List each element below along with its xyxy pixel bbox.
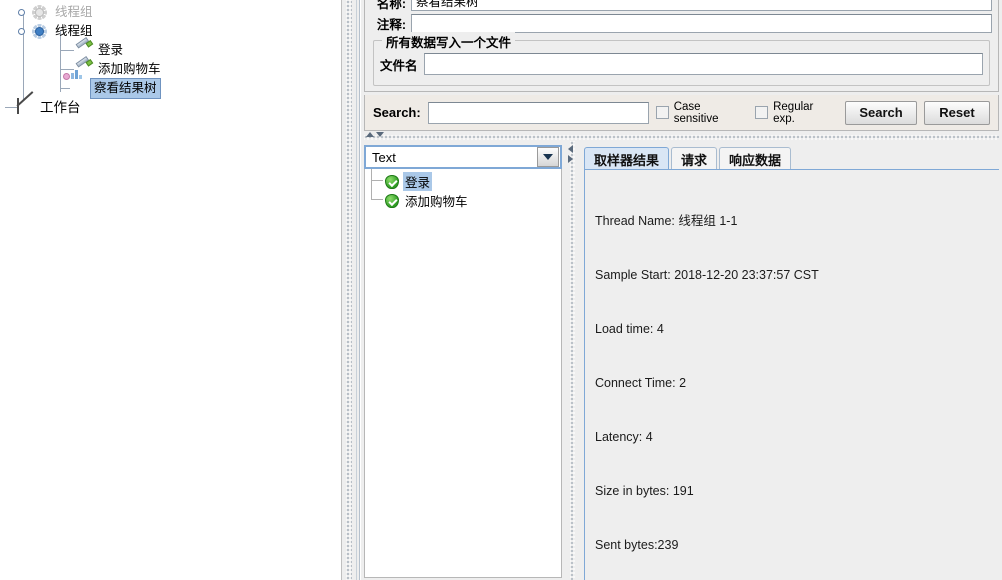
split-collapse-arrows[interactable] — [366, 132, 384, 137]
tree-item-label: 线程组 — [55, 24, 93, 38]
result-detail-pane: 取样器结果 请求 响应数据 Thread Name: 线程组 1-1 Sampl… — [580, 141, 999, 580]
chevron-left-icon[interactable] — [568, 145, 573, 153]
chevron-up-icon[interactable] — [366, 132, 374, 137]
tree-item-label: 线程组 — [55, 5, 93, 19]
result-item-label: 登录 — [403, 172, 433, 191]
split-grip-dots — [364, 135, 999, 140]
search-label: Search: — [373, 105, 421, 120]
name-label: 名称: — [376, 0, 406, 11]
result-line: Size in bytes: 191 — [595, 484, 694, 498]
reset-button[interactable]: Reset — [924, 100, 991, 125]
search-input[interactable] — [427, 101, 649, 124]
tree-connector-1 — [60, 50, 74, 51]
filename-label: 文件名 — [380, 58, 418, 73]
tree-item-label: 工作台 — [40, 100, 81, 115]
tree-item-view-results-tree[interactable]: 察看结果树 — [63, 69, 161, 99]
tab-response-data[interactable]: 响应数据 — [719, 147, 792, 170]
results-region: Text 登录 添加购物车 取样器结果 请求 响应数据 Thread Name:… — [364, 141, 999, 580]
workbench-icon — [17, 97, 34, 117]
result-item-login[interactable]: 登录 — [385, 172, 433, 191]
regular-expression-label: Regular exp. — [773, 100, 814, 125]
result-item-label: 添加购物车 — [405, 195, 468, 209]
tab-request[interactable]: 请求 — [671, 147, 718, 170]
search-button[interactable]: Search — [845, 100, 918, 125]
tree-expand-handle[interactable] — [18, 28, 25, 35]
comment-row: 注释: — [365, 12, 998, 34]
tab-sampler-result[interactable]: 取样器结果 — [584, 147, 670, 170]
sampler-result-text[interactable]: Thread Name: 线程组 1-1 Sample Start: 2018-… — [595, 176, 999, 580]
tree-item-label: 添加购物车 — [98, 62, 161, 76]
success-shield-icon — [385, 174, 399, 189]
write-all-data-group-title: 所有数据写入一个文件 — [382, 32, 516, 51]
result-line: Connect Time: 2 — [595, 376, 687, 390]
chevron-right-icon[interactable] — [568, 155, 573, 163]
main-split-divider[interactable] — [341, 0, 360, 580]
name-row: 名称: 察看结果树 — [365, 0, 998, 12]
tree-item-label: 察看结果树 — [90, 78, 161, 99]
result-line: Sample Start: 2018-12-20 23:37:57 CST — [595, 268, 819, 282]
tree-item-workbench[interactable]: 工作台 — [17, 97, 83, 117]
results-split-divider[interactable] — [566, 141, 580, 580]
search-toolbar: Search: Case sensitive Regular exp. Sear… — [364, 95, 999, 131]
chevron-down-icon[interactable] — [537, 147, 559, 167]
tree-connector-4 — [5, 107, 17, 108]
checkbox-box[interactable] — [655, 106, 669, 119]
case-sensitive-label: Case sensitive — [673, 100, 719, 125]
split-grip-dots — [570, 141, 575, 580]
result-line: Thread Name: 线程组 1-1 — [595, 214, 738, 228]
case-sensitive-checkbox[interactable]: Case sensitive — [655, 100, 748, 125]
tree-connector-3 — [60, 88, 70, 89]
result-line: Load time: 4 — [595, 322, 664, 336]
split-separator-line — [356, 0, 357, 580]
gear-icon — [31, 23, 49, 41]
checkbox-box[interactable] — [755, 106, 769, 119]
name-input[interactable]: 察看结果树 — [411, 0, 992, 11]
result-line: Latency: 4 — [595, 430, 653, 444]
test-plan-tree[interactable]: 线程组 线程组 登录 添加购物车 察看结果树 工作台 — [0, 0, 341, 580]
horizontal-split-divider[interactable] — [364, 131, 999, 141]
tree-connector-2 — [60, 69, 74, 70]
tree-item-thread-group-disabled[interactable]: 线程组 — [18, 3, 95, 22]
comment-label: 注释: — [376, 17, 406, 32]
filename-row: 文件名 — [380, 52, 983, 76]
result-item-add-to-cart[interactable]: 添加购物车 — [385, 191, 470, 210]
split-collapse-arrows[interactable] — [568, 145, 573, 163]
jmeter-window: 线程组 线程组 登录 添加购物车 察看结果树 工作台 名称: 察看结果树 注释:… — [0, 0, 1002, 580]
regular-expression-checkbox[interactable]: Regular exp. — [755, 101, 838, 125]
results-sample-list[interactable]: 登录 添加购物车 — [364, 169, 562, 578]
comment-input[interactable] — [411, 13, 992, 33]
tree-expand-handle[interactable] — [18, 9, 25, 16]
tree-item-login[interactable]: 登录 — [74, 36, 125, 60]
chevron-down-icon[interactable] — [376, 132, 384, 137]
tree-connector — [371, 169, 383, 200]
tree-item-add-to-cart[interactable]: 添加购物车 — [74, 55, 163, 79]
filename-input[interactable] — [423, 53, 983, 75]
result-tree-icon — [63, 69, 87, 98]
result-line: Sent bytes:239 — [595, 538, 679, 552]
right-content: 名称: 察看结果树 注释: 所有数据写入一个文件 文件名 Search: Cas — [361, 0, 1002, 580]
results-tree-pane: Text 登录 添加购物车 — [364, 141, 564, 580]
success-shield-icon — [385, 193, 399, 208]
tree-item-label: 登录 — [98, 43, 124, 57]
write-all-data-group: 所有数据写入一个文件 文件名 — [373, 32, 990, 86]
sampler-result-panel[interactable]: Thread Name: 线程组 1-1 Sample Start: 2018-… — [584, 169, 999, 580]
render-selector[interactable]: Text — [364, 145, 562, 169]
element-config-panel: 名称: 察看结果树 注释: 所有数据写入一个文件 文件名 — [364, 0, 999, 92]
split-grip-dots — [346, 0, 352, 580]
result-tabs[interactable]: 取样器结果 请求 响应数据 — [584, 146, 999, 170]
render-selector-value: Text — [372, 149, 396, 165]
gear-icon-disabled — [31, 4, 49, 22]
